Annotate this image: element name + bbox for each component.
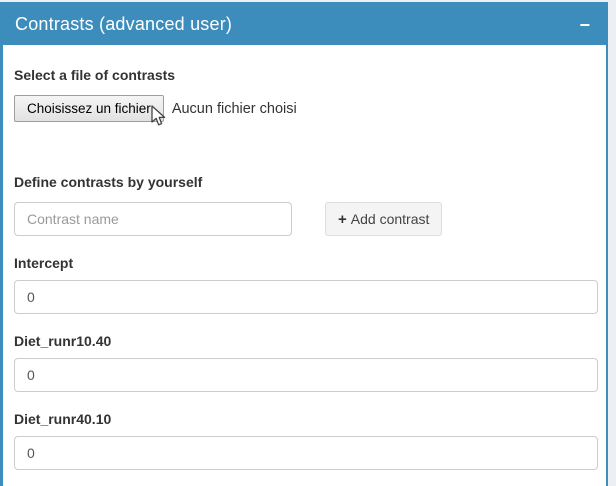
intercept-input[interactable]: [14, 280, 598, 314]
contrast-name-input[interactable]: [14, 202, 292, 236]
define-contrasts-group: Define contrasts by yourself + Add contr…: [14, 174, 598, 236]
panel-title: Contrasts (advanced user): [15, 14, 232, 35]
panel-header: Contrasts (advanced user) −: [3, 4, 606, 45]
file-input-group: Select a file of contrasts Choisissez un…: [14, 67, 598, 122]
contrasts-panel: Contrasts (advanced user) − Select a fil…: [0, 2, 608, 486]
collapse-button[interactable]: −: [575, 14, 594, 36]
contrast-field-label: Diet_runr10.40: [14, 333, 598, 349]
file-status-text: Aucun fichier choisi: [172, 101, 297, 117]
page: Contrasts (advanced user) − Select a fil…: [0, 0, 616, 486]
contrast-field-label: Diet_runr40.10: [14, 411, 598, 427]
add-contrast-label: Add contrast: [351, 211, 430, 227]
add-contrast-button[interactable]: + Add contrast: [325, 202, 442, 236]
diet-runr10-40-input[interactable]: [14, 358, 598, 392]
file-section-label: Select a file of contrasts: [14, 67, 598, 83]
contrast-field-label: Intercept: [14, 255, 598, 271]
minus-icon: −: [579, 15, 590, 35]
panel-body: Select a file of contrasts Choisissez un…: [3, 45, 606, 482]
plus-icon: +: [338, 211, 347, 228]
contrast-field-diet-runr10-40: Diet_runr10.40: [14, 333, 598, 392]
file-input-row: Choisissez un fichier Aucun fichier choi…: [14, 95, 598, 122]
define-section-label: Define contrasts by yourself: [14, 174, 598, 190]
diet-runr40-10-input[interactable]: [14, 436, 598, 470]
contrast-field-diet-runr40-10: Diet_runr40.10: [14, 411, 598, 470]
choose-file-button[interactable]: Choisissez un fichier: [14, 95, 164, 122]
define-contrasts-row: + Add contrast: [14, 202, 598, 236]
contrast-field-intercept: Intercept: [14, 255, 598, 314]
